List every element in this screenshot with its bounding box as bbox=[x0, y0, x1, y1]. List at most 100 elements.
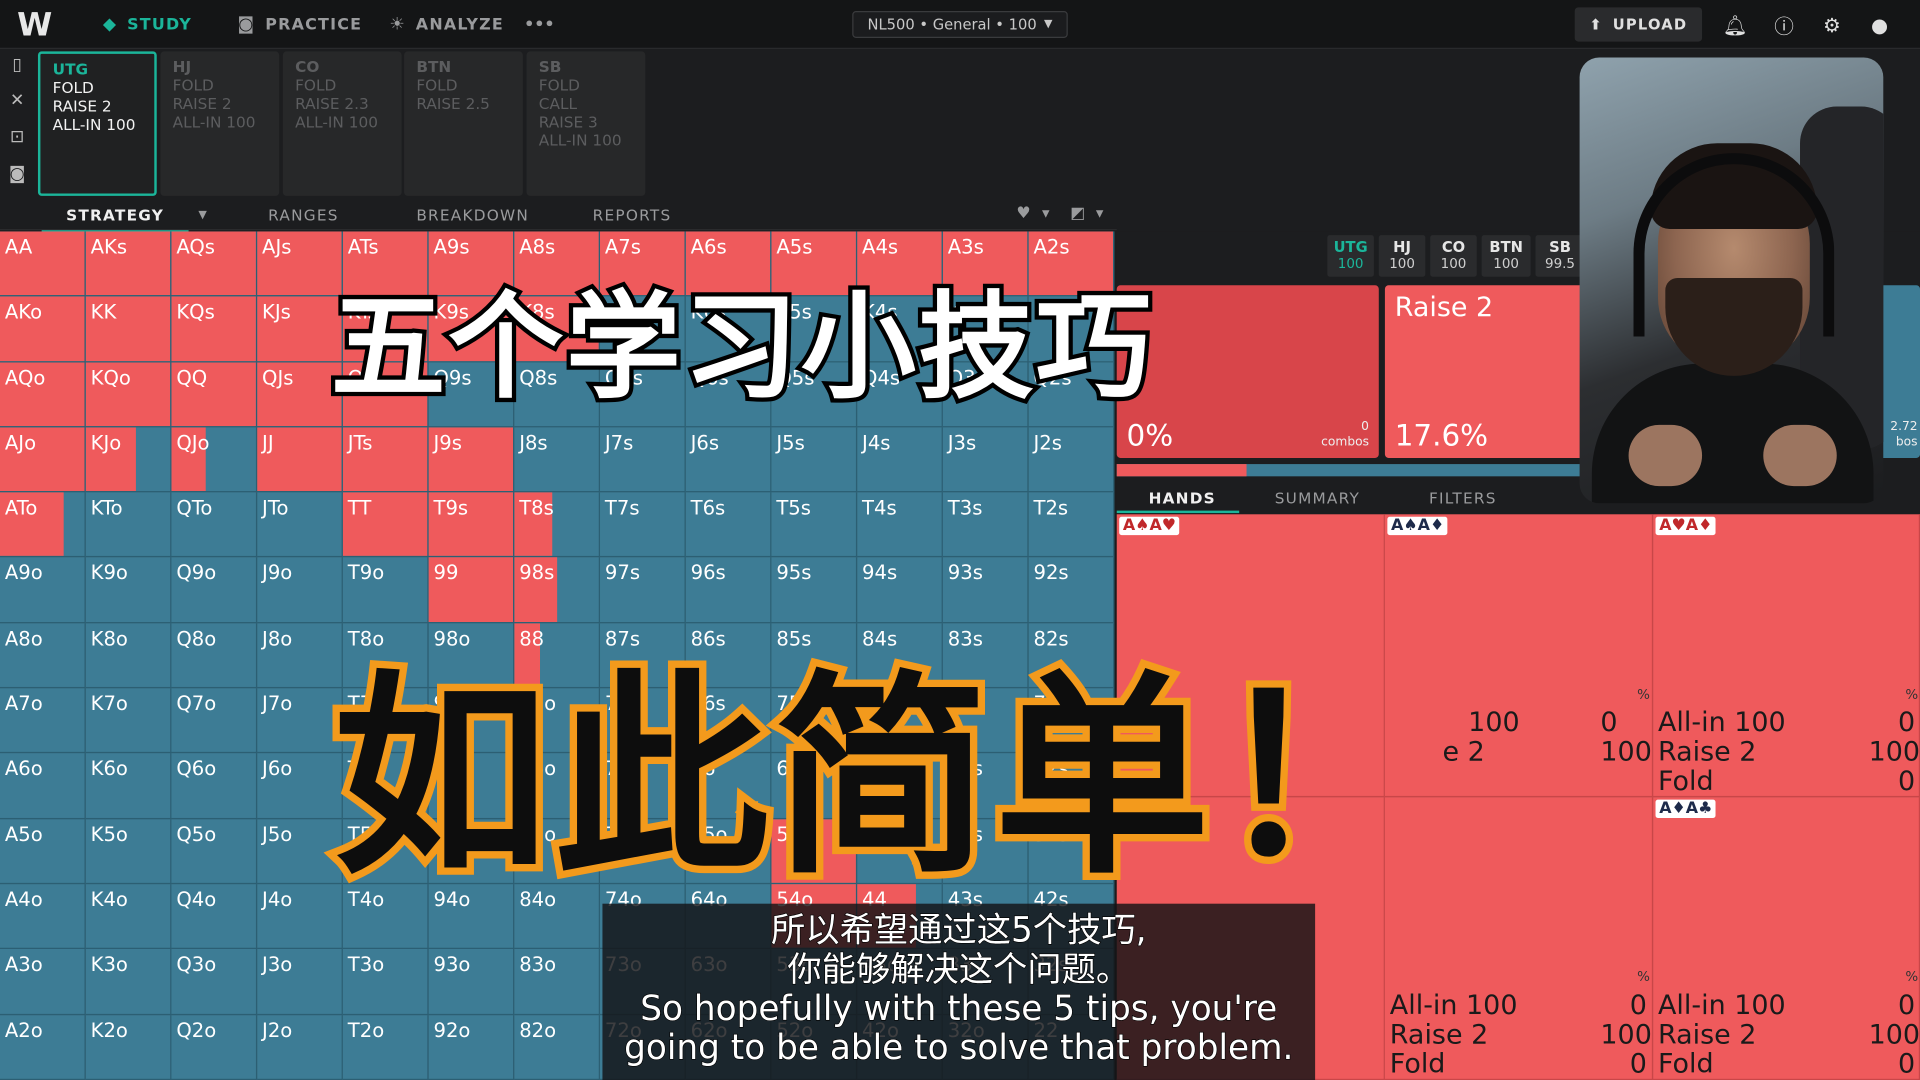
hand-cell[interactable]: A2o bbox=[0, 1014, 86, 1080]
heart-icon[interactable]: ♥ bbox=[1016, 204, 1031, 222]
hand-cell[interactable]: J6o bbox=[257, 753, 343, 819]
gear-icon[interactable]: ⚙ bbox=[1818, 11, 1845, 38]
hand-cell[interactable]: Q5o bbox=[171, 818, 258, 885]
hand-cell[interactable]: K9o bbox=[85, 557, 172, 624]
hand-cell[interactable]: J8s bbox=[514, 427, 601, 493]
hand-cell[interactable]: Q7o bbox=[171, 688, 258, 754]
combo-cell[interactable]: A♥A♦ % All-in 100 Raise 2 Fold 0 100 0 bbox=[1653, 514, 1920, 798]
hand-cell[interactable]: 93o bbox=[428, 949, 515, 1015]
hand-cell[interactable]: K6o bbox=[85, 753, 172, 819]
tab-strategy[interactable]: STRATEGY bbox=[41, 206, 189, 234]
hand-cell[interactable]: J4o bbox=[257, 884, 343, 950]
action-card-raise[interactable]: Raise 2 17.6% bbox=[1384, 285, 1606, 458]
hand-cell[interactable]: Q3o bbox=[171, 949, 258, 1015]
hand-cell[interactable]: QJo bbox=[171, 427, 258, 493]
hand-cell[interactable]: J6s bbox=[685, 427, 772, 493]
hand-cell[interactable]: K2o bbox=[85, 1014, 172, 1080]
hand-cell[interactable]: J7o bbox=[257, 688, 343, 754]
nav-analyze[interactable]: ☀ ANALYZE bbox=[389, 0, 504, 49]
upload-button[interactable]: ⬆ UPLOAD bbox=[1574, 7, 1703, 42]
hand-cell[interactable]: J9o bbox=[257, 557, 343, 624]
subtab-filters[interactable]: FILTERS bbox=[1429, 489, 1497, 507]
hand-cell[interactable]: J4s bbox=[857, 427, 943, 493]
hand-cell[interactable]: 82o bbox=[514, 1014, 601, 1080]
hand-cell[interactable]: J7s bbox=[600, 427, 686, 493]
subtab-hands[interactable]: HANDS bbox=[1149, 489, 1216, 507]
game-selector[interactable]: NL500 • General • 100 ▼ bbox=[852, 11, 1068, 38]
nav-study[interactable]: ◆ STUDY bbox=[103, 0, 192, 49]
stack-chip-co[interactable]: CO 100 bbox=[1430, 235, 1477, 277]
hand-cell[interactable]: Q2o bbox=[171, 1014, 258, 1080]
layout-icon[interactable]: ◩ bbox=[1070, 204, 1086, 222]
hand-cell[interactable]: A5o bbox=[0, 818, 86, 885]
hand-cell[interactable]: JTs bbox=[342, 427, 429, 493]
hand-cell[interactable]: KK bbox=[85, 296, 172, 362]
hand-cell[interactable]: J9s bbox=[428, 427, 515, 493]
hand-cell[interactable]: J2o bbox=[257, 1014, 343, 1080]
hand-cell[interactable]: T2s bbox=[1028, 492, 1115, 558]
hand-cell[interactable]: J3o bbox=[257, 949, 343, 1015]
hand-cell[interactable]: J5s bbox=[771, 427, 858, 493]
hand-cell[interactable]: T3s bbox=[942, 492, 1029, 558]
hand-cell[interactable]: T7s bbox=[600, 492, 686, 558]
hand-cell[interactable]: K4o bbox=[85, 884, 172, 950]
hand-cell[interactable]: J5o bbox=[257, 818, 343, 885]
hand-cell[interactable]: K7o bbox=[85, 688, 172, 754]
hand-cell[interactable]: AJo bbox=[0, 427, 86, 493]
action-card-allin[interactable]: 0% 0 combos bbox=[1116, 285, 1379, 458]
chevron-down-icon[interactable]: ▼ bbox=[1096, 208, 1105, 219]
position-card-hj[interactable]: HJ FOLD RAISE 2 ALL-IN 100 bbox=[160, 51, 280, 196]
hand-cell[interactable]: A7o bbox=[0, 688, 86, 754]
hand-cell[interactable]: Q9o bbox=[171, 557, 258, 624]
hand-cell[interactable]: A8o bbox=[0, 623, 86, 689]
hand-cell[interactable]: QQ bbox=[171, 361, 258, 428]
hand-cell[interactable]: TT bbox=[342, 492, 429, 558]
hand-cell[interactable]: AQo bbox=[0, 361, 86, 428]
chevron-down-icon[interactable]: ▼ bbox=[1042, 208, 1051, 219]
hand-cell[interactable]: 92o bbox=[428, 1014, 515, 1080]
hand-cell[interactable]: AKs bbox=[85, 231, 172, 297]
hand-cell[interactable]: K8o bbox=[85, 623, 172, 689]
hand-cell[interactable]: JTo bbox=[257, 492, 343, 558]
hand-cell[interactable]: KJo bbox=[85, 427, 172, 493]
position-card-sb[interactable]: SB FOLD CALL RAISE 3 ALL-IN 100 bbox=[526, 51, 646, 196]
hand-cell[interactable]: T6s bbox=[685, 492, 772, 558]
hand-cell[interactable]: Q6o bbox=[171, 753, 258, 819]
hand-cell[interactable]: T4s bbox=[857, 492, 943, 558]
help-icon[interactable]: ⓘ bbox=[1771, 11, 1798, 38]
subtab-summary[interactable]: SUMMARY bbox=[1275, 489, 1360, 507]
hand-cell[interactable]: J8o bbox=[257, 623, 343, 689]
hand-cell[interactable]: J3s bbox=[942, 427, 1029, 493]
hand-cell[interactable]: QTo bbox=[171, 492, 258, 558]
close-icon[interactable]: ✕ bbox=[6, 91, 28, 113]
hand-cell[interactable]: T5s bbox=[771, 492, 858, 558]
hand-cell[interactable]: T3o bbox=[342, 949, 429, 1015]
nav-practice[interactable]: ◙ PRACTICE bbox=[238, 0, 363, 49]
app-logo[interactable]: W bbox=[17, 7, 52, 44]
hand-cell[interactable]: T8s bbox=[514, 492, 601, 558]
hand-cell[interactable]: AA bbox=[0, 231, 86, 297]
more-menu-button[interactable]: ••• bbox=[524, 0, 555, 49]
hand-cell[interactable]: ATo bbox=[0, 492, 86, 558]
hand-cell[interactable]: JJ bbox=[257, 427, 343, 493]
hand-cell[interactable]: A3o bbox=[0, 949, 86, 1015]
position-card-btn[interactable]: BTN FOLD RAISE 2.5 bbox=[404, 51, 523, 196]
hand-cell[interactable]: KTo bbox=[85, 492, 172, 558]
hand-cell[interactable]: AKo bbox=[0, 296, 86, 362]
hand-cell[interactable]: KQs bbox=[171, 296, 258, 362]
screenshot-icon[interactable]: ⊡ bbox=[6, 127, 28, 149]
hand-cell[interactable]: T2o bbox=[342, 1014, 429, 1080]
chevron-down-icon[interactable]: ▼ bbox=[198, 209, 208, 221]
bookmark-icon[interactable]: ▯ bbox=[6, 55, 28, 77]
gamepad-icon[interactable]: ◙ bbox=[6, 164, 28, 186]
tab-breakdown[interactable]: BREAKDOWN bbox=[416, 206, 529, 224]
hand-cell[interactable]: Q4o bbox=[171, 884, 258, 950]
stack-chip-hj[interactable]: HJ 100 bbox=[1378, 235, 1426, 277]
position-card-co[interactable]: CO FOLD RAISE 2.3 ALL-IN 100 bbox=[282, 51, 402, 196]
tab-reports[interactable]: REPORTS bbox=[593, 206, 672, 224]
bell-icon[interactable]: 🔔︎ bbox=[1722, 11, 1749, 38]
hand-cell[interactable]: K5o bbox=[85, 818, 172, 885]
hand-cell[interactable]: T9s bbox=[428, 492, 515, 558]
hand-cell[interactable]: K3o bbox=[85, 949, 172, 1015]
stack-chip-utg[interactable]: UTG 100 bbox=[1327, 235, 1374, 277]
